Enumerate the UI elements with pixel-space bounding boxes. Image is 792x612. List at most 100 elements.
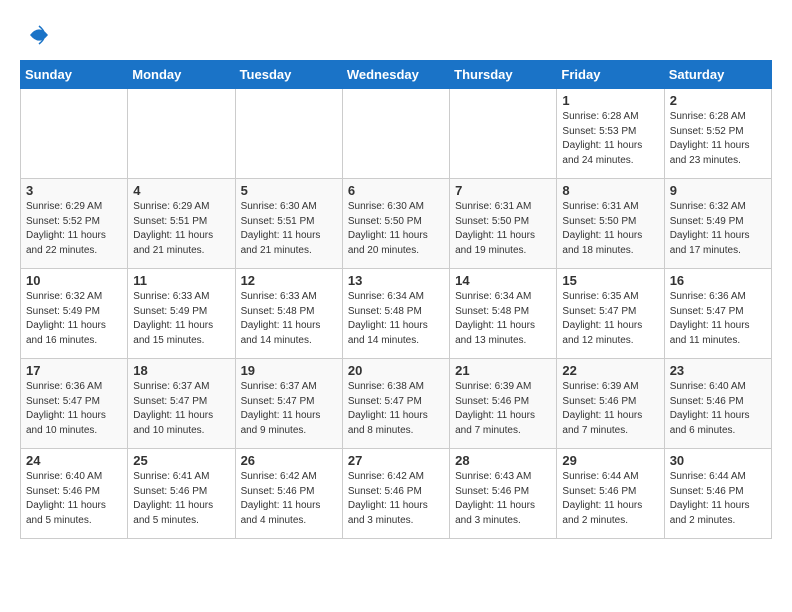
day-info: Sunrise: 6:43 AM Sunset: 5:46 PM Dayligh… xyxy=(455,470,551,528)
day-info: Sunrise: 6:33 AM Sunset: 5:49 PM Dayligh… xyxy=(133,290,229,348)
day-info: Sunrise: 6:34 AM Sunset: 5:48 PM Dayligh… xyxy=(455,290,551,348)
calendar-cell: 14 Sunrise: 6:34 AM Sunset: 5:48 PM Dayli… xyxy=(450,269,557,359)
day-info: Sunrise: 6:37 AM Sunset: 5:47 PM Dayligh… xyxy=(133,380,229,438)
day-number: 15 xyxy=(562,273,658,288)
calendar-table: SundayMondayTuesdayWednesdayThursdayFrid… xyxy=(20,60,772,539)
day-info: Sunrise: 6:40 AM Sunset: 5:46 PM Dayligh… xyxy=(26,470,122,528)
day-info: Sunrise: 6:29 AM Sunset: 5:52 PM Dayligh… xyxy=(26,200,122,258)
page-header xyxy=(20,20,772,50)
day-number: 25 xyxy=(133,453,229,468)
day-info: Sunrise: 6:38 AM Sunset: 5:47 PM Dayligh… xyxy=(348,380,444,438)
calendar-cell: 11Sunrise: 6:33 AM Sunset: 5:49 PM Dayli… xyxy=(128,269,235,359)
day-info: Sunrise: 6:34 AM Sunset: 5:48 PM Dayligh… xyxy=(348,290,444,348)
day-info: Sunrise: 6:32 AM Sunset: 5:49 PM Dayligh… xyxy=(26,290,122,348)
calendar-cell: 29Sunrise: 6:44 AM Sunset: 5:46 PM Dayli… xyxy=(557,449,664,539)
day-number: 22 xyxy=(562,363,658,378)
calendar-cell: 7Sunrise: 6:31 AM Sunset: 5:50 PM Daylig… xyxy=(450,179,557,269)
calendar-cell xyxy=(450,89,557,179)
day-info: Sunrise: 6:30 AM Sunset: 5:50 PM Dayligh… xyxy=(348,200,444,258)
calendar-cell xyxy=(342,89,449,179)
day-info: Sunrise: 6:39 AM Sunset: 5:46 PM Dayligh… xyxy=(562,380,658,438)
day-number: 18 xyxy=(133,363,229,378)
weekday-header-row: SundayMondayTuesdayWednesdayThursdayFrid… xyxy=(21,61,772,89)
calendar-cell: 23 Sunrise: 6:40 AM Sunset: 5:46 PM Dayli… xyxy=(664,359,771,449)
calendar-body: 1 Sunrise: 6:28 AM Sunset: 5:53 PM Daylig… xyxy=(21,89,772,539)
day-info: Sunrise: 6:41 AM Sunset: 5:46 PM Dayligh… xyxy=(133,470,229,528)
day-number: 14 xyxy=(455,273,551,288)
calendar-cell: 13Sunrise: 6:34 AM Sunset: 5:48 PM Dayli… xyxy=(342,269,449,359)
calendar-cell: 18 Sunrise: 6:37 AM Sunset: 5:47 PM Dayli… xyxy=(128,359,235,449)
calendar-week-2: 3 Sunrise: 6:29 AM Sunset: 5:52 PM Daylig… xyxy=(21,179,772,269)
logo xyxy=(20,20,54,50)
calendar-cell: 22 Sunrise: 6:39 AM Sunset: 5:46 PM Dayli… xyxy=(557,359,664,449)
calendar-week-1: 1 Sunrise: 6:28 AM Sunset: 5:53 PM Daylig… xyxy=(21,89,772,179)
day-info: Sunrise: 6:40 AM Sunset: 5:46 PM Dayligh… xyxy=(670,380,766,438)
day-info: Sunrise: 6:42 AM Sunset: 5:46 PM Dayligh… xyxy=(241,470,337,528)
day-info: Sunrise: 6:28 AM Sunset: 5:53 PM Dayligh… xyxy=(562,110,658,168)
calendar-cell: 21 Sunrise: 6:39 AM Sunset: 5:46 PM Dayli… xyxy=(450,359,557,449)
day-info: Sunrise: 6:36 AM Sunset: 5:47 PM Dayligh… xyxy=(26,380,122,438)
calendar-cell: 6 Sunrise: 6:30 AM Sunset: 5:50 PM Daylig… xyxy=(342,179,449,269)
day-number: 24 xyxy=(26,453,122,468)
calendar-cell: 26 Sunrise: 6:42 AM Sunset: 5:46 PM Dayli… xyxy=(235,449,342,539)
day-number: 6 xyxy=(348,183,444,198)
calendar-cell: 2Sunrise: 6:28 AM Sunset: 5:52 PM Daylig… xyxy=(664,89,771,179)
weekday-header-tuesday: Tuesday xyxy=(235,61,342,89)
day-number: 20 xyxy=(348,363,444,378)
day-info: Sunrise: 6:30 AM Sunset: 5:51 PM Dayligh… xyxy=(241,200,337,258)
calendar-cell: 10 Sunrise: 6:32 AM Sunset: 5:49 PM Dayli… xyxy=(21,269,128,359)
calendar-cell: 16Sunrise: 6:36 AM Sunset: 5:47 PM Dayli… xyxy=(664,269,771,359)
calendar-cell: 15 Sunrise: 6:35 AM Sunset: 5:47 PM Dayli… xyxy=(557,269,664,359)
calendar-cell: 8Sunrise: 6:31 AM Sunset: 5:50 PM Daylig… xyxy=(557,179,664,269)
day-number: 10 xyxy=(26,273,122,288)
day-number: 9 xyxy=(670,183,766,198)
day-number: 7 xyxy=(455,183,551,198)
day-info: Sunrise: 6:29 AM Sunset: 5:51 PM Dayligh… xyxy=(133,200,229,258)
calendar-cell: 1 Sunrise: 6:28 AM Sunset: 5:53 PM Daylig… xyxy=(557,89,664,179)
day-number: 19 xyxy=(241,363,337,378)
weekday-header-sunday: Sunday xyxy=(21,61,128,89)
calendar-cell: 25 Sunrise: 6:41 AM Sunset: 5:46 PM Dayli… xyxy=(128,449,235,539)
day-info: Sunrise: 6:31 AM Sunset: 5:50 PM Dayligh… xyxy=(562,200,658,258)
calendar-header: SundayMondayTuesdayWednesdayThursdayFrid… xyxy=(21,61,772,89)
day-number: 30 xyxy=(670,453,766,468)
calendar-cell: 19Sunrise: 6:37 AM Sunset: 5:47 PM Dayli… xyxy=(235,359,342,449)
calendar-cell: 17 Sunrise: 6:36 AM Sunset: 5:47 PM Dayli… xyxy=(21,359,128,449)
weekday-header-saturday: Saturday xyxy=(664,61,771,89)
day-info: Sunrise: 6:39 AM Sunset: 5:46 PM Dayligh… xyxy=(455,380,551,438)
calendar-week-4: 17 Sunrise: 6:36 AM Sunset: 5:47 PM Dayli… xyxy=(21,359,772,449)
day-number: 23 xyxy=(670,363,766,378)
day-number: 17 xyxy=(26,363,122,378)
page-wrapper: SundayMondayTuesdayWednesdayThursdayFrid… xyxy=(20,20,772,539)
calendar-week-5: 24 Sunrise: 6:40 AM Sunset: 5:46 PM Dayli… xyxy=(21,449,772,539)
weekday-header-friday: Friday xyxy=(557,61,664,89)
day-info: Sunrise: 6:33 AM Sunset: 5:48 PM Dayligh… xyxy=(241,290,337,348)
day-info: Sunrise: 6:32 AM Sunset: 5:49 PM Dayligh… xyxy=(670,200,766,258)
day-info: Sunrise: 6:44 AM Sunset: 5:46 PM Dayligh… xyxy=(562,470,658,528)
day-number: 26 xyxy=(241,453,337,468)
day-info: Sunrise: 6:36 AM Sunset: 5:47 PM Dayligh… xyxy=(670,290,766,348)
calendar-cell: 24 Sunrise: 6:40 AM Sunset: 5:46 PM Dayli… xyxy=(21,449,128,539)
calendar-cell xyxy=(128,89,235,179)
calendar-cell: 3 Sunrise: 6:29 AM Sunset: 5:52 PM Daylig… xyxy=(21,179,128,269)
day-number: 21 xyxy=(455,363,551,378)
weekday-header-thursday: Thursday xyxy=(450,61,557,89)
day-info: Sunrise: 6:42 AM Sunset: 5:46 PM Dayligh… xyxy=(348,470,444,528)
weekday-header-wednesday: Wednesday xyxy=(342,61,449,89)
day-number: 12 xyxy=(241,273,337,288)
day-number: 27 xyxy=(348,453,444,468)
calendar-cell: 12 Sunrise: 6:33 AM Sunset: 5:48 PM Dayli… xyxy=(235,269,342,359)
day-info: Sunrise: 6:35 AM Sunset: 5:47 PM Dayligh… xyxy=(562,290,658,348)
weekday-header-monday: Monday xyxy=(128,61,235,89)
day-number: 5 xyxy=(241,183,337,198)
day-number: 1 xyxy=(562,93,658,108)
calendar-week-3: 10 Sunrise: 6:32 AM Sunset: 5:49 PM Dayli… xyxy=(21,269,772,359)
calendar-cell: 30Sunrise: 6:44 AM Sunset: 5:46 PM Dayli… xyxy=(664,449,771,539)
calendar-cell: 5 Sunrise: 6:30 AM Sunset: 5:51 PM Daylig… xyxy=(235,179,342,269)
calendar-cell: 9 Sunrise: 6:32 AM Sunset: 5:49 PM Daylig… xyxy=(664,179,771,269)
calendar-cell: 20 Sunrise: 6:38 AM Sunset: 5:47 PM Dayli… xyxy=(342,359,449,449)
day-number: 4 xyxy=(133,183,229,198)
calendar-cell xyxy=(235,89,342,179)
day-info: Sunrise: 6:28 AM Sunset: 5:52 PM Dayligh… xyxy=(670,110,766,168)
day-number: 3 xyxy=(26,183,122,198)
